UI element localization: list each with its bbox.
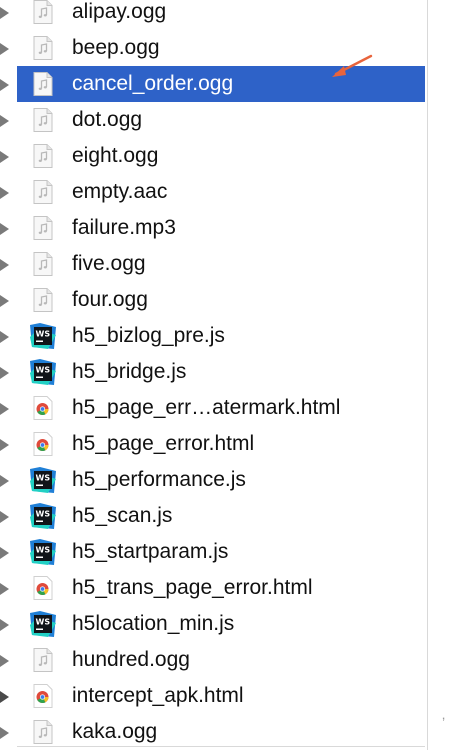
file-row[interactable]: WS h5_performance.js [0, 462, 452, 498]
disclosure-triangle-icon[interactable] [0, 655, 9, 667]
disclosure-triangle-icon[interactable] [0, 547, 9, 559]
svg-text:WS: WS [36, 330, 51, 339]
webstorm-js-file-icon: WS [30, 359, 56, 385]
disclosure-triangle-icon[interactable] [0, 475, 9, 487]
file-name-label: h5_bizlog_pre.js [72, 324, 225, 347]
file-name-label: h5location_min.js [72, 612, 235, 635]
file-row[interactable]: WS h5_bizlog_pre.js [0, 318, 452, 354]
disclosure-triangle-icon[interactable] [0, 331, 9, 343]
file-row[interactable]: empty.aac [0, 174, 452, 210]
file-row[interactable]: cancel_order.ogg [0, 66, 452, 102]
file-name-label: cancel_order.ogg [72, 72, 234, 95]
file-row[interactable]: alipay.ogg [0, 0, 452, 30]
chrome-html-file-icon [30, 683, 56, 709]
audio-file-icon [30, 179, 56, 205]
file-name-label: h5_startparam.js [72, 540, 229, 563]
file-name-label: kaka.ogg [72, 720, 158, 743]
disclosure-triangle-icon[interactable] [0, 583, 9, 595]
file-name-label: beep.ogg [72, 36, 160, 59]
file-name-label: five.ogg [72, 252, 146, 275]
list-bottom-divider [17, 746, 425, 747]
disclosure-triangle-icon[interactable] [0, 259, 9, 271]
audio-file-icon [30, 215, 56, 241]
file-row[interactable]: intercept_apk.html [0, 678, 452, 714]
disclosure-triangle-icon[interactable] [0, 367, 9, 379]
disclosure-triangle-icon[interactable] [0, 7, 9, 19]
file-name-label: empty.aac [72, 180, 168, 203]
audio-file-icon [30, 35, 56, 61]
audio-file-icon [30, 719, 56, 745]
scroll-indicator-icon: ‚ [442, 706, 446, 722]
disclosure-triangle-icon[interactable] [0, 439, 9, 451]
file-row[interactable]: h5_page_error.html [0, 426, 452, 462]
disclosure-triangle-icon[interactable] [0, 151, 9, 163]
file-name-label: failure.mp3 [72, 216, 176, 239]
disclosure-triangle-icon[interactable] [0, 79, 9, 91]
file-row[interactable]: four.ogg [0, 282, 452, 318]
svg-text:WS: WS [36, 366, 51, 375]
file-name-label: hundred.ogg [72, 648, 190, 671]
file-name-label: four.ogg [72, 288, 148, 311]
audio-file-icon [30, 647, 56, 673]
svg-text:WS: WS [36, 474, 51, 483]
disclosure-triangle-icon[interactable] [0, 619, 9, 631]
file-row[interactable]: WS h5location_min.js [0, 606, 452, 642]
file-row[interactable]: hundred.ogg [0, 642, 452, 678]
webstorm-js-file-icon: WS [30, 467, 56, 493]
file-name-label: intercept_apk.html [72, 684, 244, 707]
file-name-label: h5_scan.js [72, 504, 173, 527]
file-name-label: h5_page_error.html [72, 432, 255, 455]
file-row[interactable]: WS h5_bridge.js [0, 354, 452, 390]
webstorm-js-file-icon: WS [30, 503, 56, 529]
disclosure-triangle-icon[interactable] [0, 43, 9, 55]
file-row[interactable]: failure.mp3 [0, 210, 452, 246]
file-name-label: h5_page_err…atermark.html [72, 396, 341, 419]
file-row[interactable]: dot.ogg [0, 102, 452, 138]
chrome-html-file-icon [30, 431, 56, 457]
file-name-label: alipay.ogg [72, 0, 167, 23]
disclosure-triangle-icon[interactable] [0, 403, 9, 415]
svg-text:WS: WS [36, 546, 51, 555]
file-name-label: h5_bridge.js [72, 360, 187, 383]
disclosure-triangle-icon[interactable] [0, 187, 9, 199]
file-row[interactable]: beep.ogg [0, 30, 452, 66]
disclosure-triangle-icon[interactable] [0, 295, 9, 307]
file-row[interactable]: WS h5_scan.js [0, 498, 452, 534]
file-row[interactable]: eight.ogg [0, 138, 452, 174]
webstorm-js-file-icon: WS [30, 539, 56, 565]
file-row[interactable]: h5_page_err…atermark.html [0, 390, 452, 426]
pane-divider[interactable] [427, 0, 428, 750]
file-row[interactable]: five.ogg [0, 246, 452, 282]
svg-text:WS: WS [36, 618, 51, 627]
file-row[interactable]: WS h5_startparam.js [0, 534, 452, 570]
audio-file-icon [30, 71, 56, 97]
file-name-label: dot.ogg [72, 108, 143, 131]
file-name-label: h5_trans_page_error.html [72, 576, 313, 599]
orange-arrow-icon [332, 54, 373, 77]
file-row[interactable]: h5_trans_page_error.html [0, 570, 452, 606]
audio-file-icon [30, 251, 56, 277]
webstorm-js-file-icon: WS [30, 611, 56, 637]
audio-file-icon [30, 107, 56, 133]
audio-file-icon [30, 143, 56, 169]
file-list: alipay.ogg beep.ogg cancel_order.ogg dot.og… [0, 0, 452, 750]
disclosure-triangle-icon[interactable] [0, 691, 9, 703]
webstorm-js-file-icon: WS [30, 323, 56, 349]
audio-file-icon [30, 287, 56, 313]
disclosure-triangle-icon[interactable] [0, 511, 9, 523]
chrome-html-file-icon [30, 575, 56, 601]
disclosure-triangle-icon[interactable] [0, 115, 9, 127]
audio-file-icon [30, 0, 56, 25]
file-name-label: eight.ogg [72, 144, 159, 167]
file-name-label: h5_performance.js [72, 468, 246, 491]
file-row[interactable]: kaka.ogg [0, 714, 452, 750]
svg-text:WS: WS [36, 510, 51, 519]
chrome-html-file-icon [30, 395, 56, 421]
disclosure-triangle-icon[interactable] [0, 223, 9, 235]
disclosure-triangle-icon[interactable] [0, 727, 9, 739]
